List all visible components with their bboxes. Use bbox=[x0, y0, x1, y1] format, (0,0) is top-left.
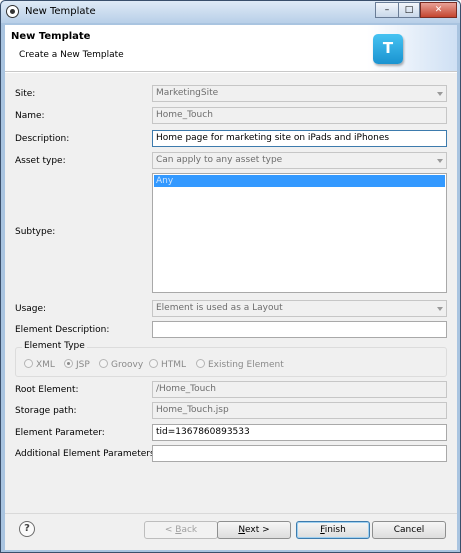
site-value: MarketingSite bbox=[156, 88, 219, 98]
back-button[interactable]: < Back bbox=[144, 521, 218, 539]
name-label: Name: bbox=[15, 111, 45, 121]
storage-path-field[interactable]: Home_Touch.jsp bbox=[152, 402, 447, 419]
next-button[interactable]: Next > bbox=[217, 521, 291, 539]
radio-selected-icon bbox=[64, 359, 73, 368]
radio-icon bbox=[196, 359, 205, 368]
radio-jsp-label: JSP bbox=[76, 360, 90, 370]
element-parameter-label: Element Parameter: bbox=[15, 428, 105, 438]
window-title: New Template bbox=[25, 6, 96, 17]
wizard-subtitle: Create a New Template bbox=[19, 50, 124, 60]
usage-label: Usage: bbox=[15, 304, 47, 314]
maximize-button[interactable]: □ bbox=[398, 2, 420, 18]
finish-button[interactable]: Finish bbox=[296, 521, 370, 539]
wizard-body: Site: MarketingSite Name: Home_Touch Des… bbox=[5, 73, 457, 513]
description-field[interactable]: Home page for marketing site on iPads an… bbox=[152, 130, 447, 147]
radio-html[interactable]: HTML bbox=[149, 359, 186, 370]
name-field[interactable]: Home_Touch bbox=[152, 107, 447, 124]
radio-xml-label: XML bbox=[36, 360, 55, 370]
root-element-label: Root Element: bbox=[15, 385, 79, 395]
minimize-button[interactable]: – bbox=[375, 2, 399, 18]
subtype-listbox[interactable]: Any bbox=[152, 173, 447, 293]
element-parameter-field[interactable]: tid=1367860893533 bbox=[152, 424, 447, 441]
site-label: Site: bbox=[15, 89, 36, 99]
subtype-label: Subtype: bbox=[15, 227, 56, 237]
storage-path-label: Storage path: bbox=[15, 406, 77, 416]
dropdown-arrow-icon bbox=[437, 92, 443, 96]
dialog-window: New Template – □ ✕ New Template Create a… bbox=[0, 0, 461, 553]
radio-groovy-label: Groovy bbox=[111, 360, 144, 370]
additional-parameters-field[interactable] bbox=[152, 445, 447, 462]
list-item[interactable]: Any bbox=[154, 175, 445, 187]
back-rest: ack bbox=[181, 525, 198, 535]
radio-xml[interactable]: XML bbox=[24, 359, 55, 370]
additional-parameters-label: Additional Element Parameters: bbox=[15, 449, 158, 459]
asset-type-value: Can apply to any asset type bbox=[156, 155, 283, 165]
element-type-group: Element Type XML JSP Groovy HTML Existin… bbox=[15, 341, 447, 377]
radio-existing-element-label: Existing Element bbox=[208, 360, 284, 370]
radio-icon bbox=[149, 359, 158, 368]
cancel-button[interactable]: Cancel bbox=[372, 521, 446, 539]
eclipse-app-icon bbox=[6, 5, 19, 18]
radio-jsp[interactable]: JSP bbox=[64, 359, 90, 370]
help-icon[interactable]: ? bbox=[19, 521, 35, 537]
dropdown-arrow-icon bbox=[437, 307, 443, 311]
asset-type-label: Asset type: bbox=[15, 156, 66, 166]
finish-rest: inish bbox=[324, 525, 346, 535]
usage-value: Element is used as a Layout bbox=[156, 303, 283, 313]
template-icon: T bbox=[373, 34, 403, 64]
element-description-label: Element Description: bbox=[15, 325, 110, 335]
radio-existing-element[interactable]: Existing Element bbox=[196, 359, 284, 370]
dropdown-arrow-icon bbox=[437, 159, 443, 163]
root-element-field[interactable]: /Home_Touch bbox=[152, 381, 447, 398]
wizard-header: New Template Create a New Template T bbox=[5, 25, 457, 72]
dialog-client: New Template Create a New Template T Sit… bbox=[5, 25, 457, 550]
radio-icon bbox=[24, 359, 33, 368]
asset-type-combo[interactable]: Can apply to any asset type bbox=[152, 152, 447, 169]
radio-icon bbox=[99, 359, 108, 368]
title-bar[interactable]: New Template – □ ✕ bbox=[1, 1, 460, 23]
description-label: Description: bbox=[15, 134, 70, 144]
site-combo[interactable]: MarketingSite bbox=[152, 85, 447, 102]
button-bar: ? < Back Next > Finish Cancel bbox=[5, 513, 457, 550]
usage-combo[interactable]: Element is used as a Layout bbox=[152, 300, 447, 317]
radio-html-label: HTML bbox=[161, 360, 187, 370]
radio-groovy[interactable]: Groovy bbox=[99, 359, 143, 370]
next-rest: ext > bbox=[245, 525, 270, 535]
wizard-title: New Template bbox=[11, 31, 91, 42]
back-prefix: < bbox=[164, 525, 176, 535]
element-type-legend: Element Type bbox=[22, 341, 87, 351]
close-button[interactable]: ✕ bbox=[420, 2, 457, 18]
element-description-field[interactable] bbox=[152, 321, 447, 338]
